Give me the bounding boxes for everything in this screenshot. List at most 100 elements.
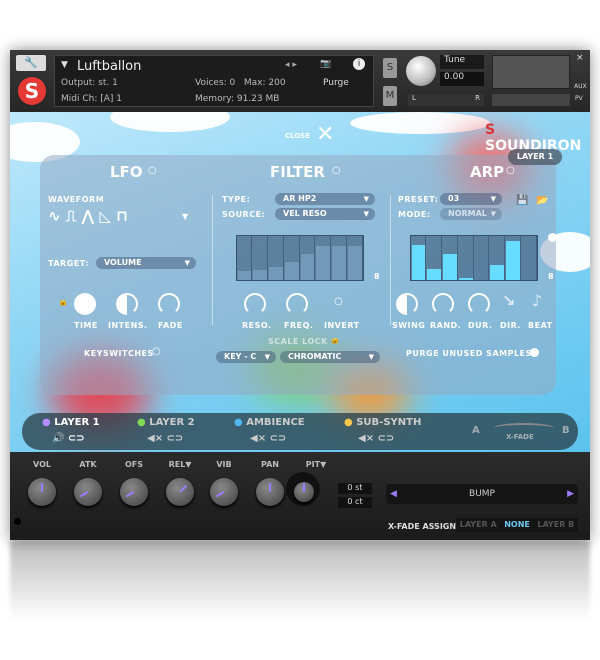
filter-type-dropdown[interactable]: AR HP2: [275, 193, 375, 205]
chevron-down-icon[interactable]: ▼: [182, 212, 188, 221]
step-bar[interactable]: [269, 236, 284, 280]
knob-label: INTENS.: [108, 321, 148, 330]
output-value[interactable]: st. 1: [98, 78, 118, 88]
filter-toggle[interactable]: ○: [332, 165, 341, 176]
layer-tab-1[interactable]: ● LAYER 1: [42, 417, 100, 428]
midi-value[interactable]: [A] 1: [100, 94, 122, 104]
arp-sync-toggle[interactable]: [548, 233, 557, 242]
memory-value: 91.23 MB: [236, 94, 280, 104]
step-bar[interactable]: [253, 236, 268, 280]
ofs-knob[interactable]: [120, 478, 148, 506]
lock-icon[interactable]: 🔓: [330, 335, 340, 344]
lock-icon[interactable]: 🔓: [58, 297, 68, 306]
camera-icon[interactable]: 📷: [320, 59, 331, 69]
layer-tab-4[interactable]: ● SUB-SYNTH: [344, 417, 421, 428]
close-label[interactable]: CLOSE: [285, 132, 310, 140]
swing-knob[interactable]: [396, 293, 418, 315]
purge-menu[interactable]: Purge: [323, 78, 349, 88]
info-icon[interactable]: i: [353, 58, 365, 70]
speaker-muted-icon[interactable]: ◀× ⊂⊃: [358, 433, 394, 444]
arp-toggle[interactable]: ○: [506, 165, 515, 176]
pan-slider[interactable]: LR: [408, 94, 484, 106]
step-bar[interactable]: [411, 236, 427, 280]
arp-preset-dropdown[interactable]: 03: [440, 193, 502, 205]
close-window-icon[interactable]: ×: [576, 53, 584, 63]
layer-tab-2[interactable]: ● LAYER 2: [137, 417, 195, 428]
instrument-name[interactable]: Luftballon: [77, 59, 141, 74]
step-bar[interactable]: [490, 236, 505, 280]
option-layer-b[interactable]: LAYER B: [537, 518, 574, 532]
filter-step-sequencer[interactable]: [236, 235, 364, 281]
save-icon[interactable]: 💾: [516, 195, 528, 206]
step-bar[interactable]: [300, 236, 316, 280]
step-bar[interactable]: [347, 236, 363, 280]
max-label: Max:: [243, 78, 266, 88]
time-knob[interactable]: [74, 293, 96, 315]
waveform-icons[interactable]: ∿ ⎍ ⋀ ◺ ⊓: [48, 207, 128, 225]
filter-source-dropdown[interactable]: VEL RESO: [275, 208, 375, 220]
prev-arrow-icon[interactable]: ◀: [390, 484, 397, 504]
scale-dropdown[interactable]: CHROMATIC: [280, 351, 380, 363]
step-bar[interactable]: [316, 236, 331, 280]
step-bar[interactable]: [427, 236, 442, 280]
step-bar[interactable]: [443, 236, 458, 280]
solo-button[interactable]: S: [383, 58, 397, 78]
xfade-slider[interactable]: [494, 423, 554, 433]
option-layer-a[interactable]: LAYER A: [460, 518, 497, 532]
step-bar[interactable]: [284, 236, 300, 280]
arp-mode-dropdown[interactable]: NORMAL: [440, 208, 502, 220]
rel-knob[interactable]: [166, 478, 194, 506]
pit-knob[interactable]: [294, 482, 314, 502]
instrument-main: CLOSE ✕ S SOUNDIRON LAYER 1 LFO ○ WAVEFO…: [10, 112, 590, 452]
tune-knob[interactable]: [406, 56, 436, 86]
lfo-toggle[interactable]: ○: [148, 165, 157, 176]
preset-selector: ◀ BUMP ▶: [386, 484, 578, 504]
max-value[interactable]: 200: [268, 78, 285, 88]
atk-knob[interactable]: [74, 478, 102, 506]
volume-slider[interactable]: [492, 94, 570, 106]
pan-knob[interactable]: [256, 478, 284, 506]
pv-button[interactable]: PV: [575, 95, 583, 102]
folder-icon[interactable]: 📂: [536, 195, 548, 206]
chevron-down-icon[interactable]: ▼: [61, 60, 68, 70]
fade-knob[interactable]: [158, 293, 180, 315]
reso-knob[interactable]: [244, 293, 266, 315]
prev-next-icon[interactable]: ◂ ▸: [285, 60, 297, 70]
rand-knob[interactable]: [432, 293, 454, 315]
wrench-icon[interactable]: 🔧: [16, 55, 46, 71]
step-bar[interactable]: [458, 236, 474, 280]
invert-toggle[interactable]: ○: [334, 296, 343, 307]
knob-label: DUR.: [468, 321, 493, 330]
mute-button[interactable]: M: [383, 86, 397, 106]
arp-step-sequencer[interactable]: [410, 235, 538, 281]
step-bar[interactable]: [475, 236, 490, 280]
tune-value[interactable]: 0.00: [440, 72, 484, 86]
close-icon[interactable]: ✕: [316, 122, 334, 147]
vol-knob[interactable]: [28, 478, 56, 506]
target-dropdown[interactable]: VOLUME: [96, 257, 196, 269]
speaker-on-icon[interactable]: 🔊 ⊂⊃: [52, 433, 85, 444]
speaker-muted-icon[interactable]: ◀× ⊂⊃: [147, 433, 183, 444]
preset-name[interactable]: BUMP: [469, 489, 495, 499]
direction-arrow-icon[interactable]: ↘: [502, 291, 515, 310]
key-dropdown[interactable]: KEY - C: [216, 351, 276, 363]
note-icon[interactable]: ♪: [532, 291, 542, 310]
step-bar[interactable]: [332, 236, 347, 280]
dur-knob[interactable]: [468, 293, 490, 315]
purge-toggle[interactable]: [530, 348, 539, 357]
semitone-value[interactable]: 0 st: [338, 483, 372, 494]
step-bar[interactable]: [522, 236, 537, 280]
freq-knob[interactable]: [286, 293, 308, 315]
step-bar[interactable]: [506, 236, 521, 280]
layer-tab-3[interactable]: ● AMBIENCE: [234, 417, 305, 428]
speaker-muted-icon[interactable]: ◀× ⊂⊃: [250, 433, 286, 444]
aux-button[interactable]: AUX: [574, 83, 587, 90]
intensity-knob[interactable]: [116, 293, 138, 315]
keyswitches-toggle[interactable]: ○: [152, 346, 161, 357]
next-arrow-icon[interactable]: ▶: [567, 484, 574, 504]
option-none[interactable]: NONE: [504, 518, 530, 532]
cents-value[interactable]: 0 ct: [338, 497, 372, 508]
mode-label: MODE:: [398, 210, 431, 219]
vib-knob[interactable]: [210, 478, 238, 506]
step-bar[interactable]: [237, 236, 253, 280]
